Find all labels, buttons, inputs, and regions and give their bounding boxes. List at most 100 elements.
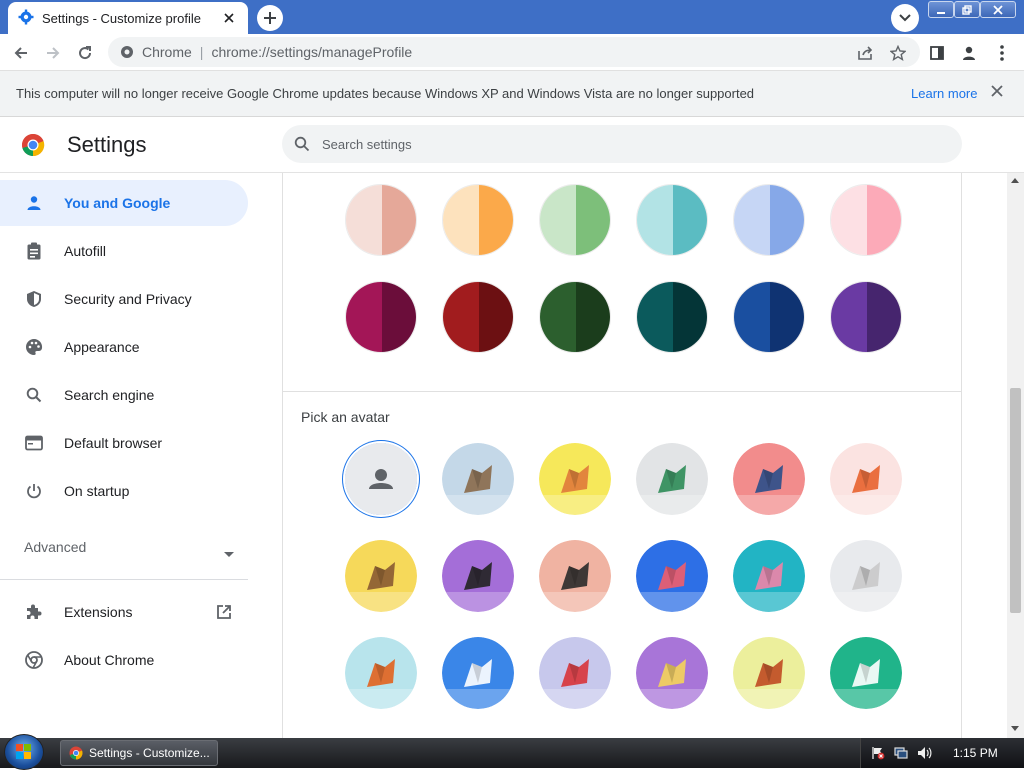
start-button[interactable]: [4, 734, 44, 770]
theme-color-swatch[interactable]: [345, 281, 417, 353]
sidebar-item-label: Autofill: [64, 243, 107, 259]
theme-color-swatch[interactable]: [539, 281, 611, 353]
customize-profile-card: Pick an avatar: [282, 173, 962, 738]
volume-icon[interactable]: [917, 746, 933, 765]
monkey-avatar[interactable]: [345, 540, 417, 612]
external-link-icon: [216, 604, 232, 623]
panda-avatar[interactable]: [442, 540, 514, 612]
page-scrollbar[interactable]: [1007, 173, 1024, 738]
settings-header: Settings Search settings: [0, 117, 1024, 173]
close-icon: [224, 13, 234, 23]
windows-logo-icon: [16, 744, 31, 759]
network-icon[interactable]: [894, 746, 908, 765]
bike-avatar[interactable]: [442, 637, 514, 709]
back-button[interactable]: [8, 40, 34, 66]
sidebar-item-appearance[interactable]: Appearance: [0, 324, 248, 370]
learn-more-link[interactable]: Learn more: [911, 86, 977, 101]
bird-avatar[interactable]: [539, 637, 611, 709]
scroll-thumb[interactable]: [1010, 388, 1021, 613]
gear-icon: [18, 9, 34, 28]
advanced-toggle[interactable]: Advanced: [24, 539, 234, 561]
cheese-avatar[interactable]: [636, 637, 708, 709]
address-bar[interactable]: Chrome | chrome://settings/manageProfile: [108, 37, 920, 67]
minimize-icon: [937, 11, 945, 14]
sidebar-item-security-and-privacy[interactable]: Security and Privacy: [0, 276, 248, 322]
sidebar-item-label: Default browser: [64, 435, 163, 451]
theme-color-swatch[interactable]: [733, 184, 805, 256]
taskbar-clock[interactable]: 1:15 PM: [953, 746, 998, 760]
sidebar-item-about-chrome[interactable]: About Chrome: [0, 637, 248, 683]
theme-color-swatch[interactable]: [636, 184, 708, 256]
sushi-avatar[interactable]: [830, 637, 902, 709]
tab-close-button[interactable]: [220, 9, 238, 27]
url-separator: |: [199, 44, 204, 60]
restore-button[interactable]: [954, 1, 980, 18]
minimize-button[interactable]: [928, 1, 954, 18]
reload-button[interactable]: [72, 40, 98, 66]
tab-search-button[interactable]: [891, 4, 919, 32]
sidebar-item-you-and-google[interactable]: You and Google: [0, 180, 248, 226]
infobar-close-button[interactable]: [991, 85, 1003, 100]
system-tray: 1:15 PM: [860, 738, 1024, 768]
profile-button[interactable]: [956, 40, 982, 66]
tab-settings[interactable]: Settings - Customize profile: [8, 2, 248, 34]
theme-color-swatch[interactable]: [733, 281, 805, 353]
sidebar-divider: [0, 579, 248, 580]
sidebar-item-on-startup[interactable]: On startup: [0, 468, 248, 514]
new-tab-button[interactable]: [257, 5, 283, 31]
unicorn-avatar[interactable]: [830, 540, 902, 612]
search-icon: [294, 136, 310, 152]
theme-color-swatch[interactable]: [636, 281, 708, 353]
palette-icon: [24, 337, 44, 357]
forward-button[interactable]: [40, 40, 66, 66]
sidebar-item-label: Extensions: [64, 604, 133, 620]
theme-color-swatch[interactable]: [442, 281, 514, 353]
football-avatar[interactable]: [733, 637, 805, 709]
person-icon: [963, 46, 975, 60]
url-text[interactable]: chrome://settings/manageProfile: [211, 44, 412, 60]
close-icon: [993, 4, 1003, 15]
share-button[interactable]: [852, 40, 878, 66]
search-icon: [24, 385, 44, 405]
dragon-avatar[interactable]: [636, 443, 708, 515]
butterfly-avatar[interactable]: [636, 540, 708, 612]
theme-color-swatch[interactable]: [345, 184, 417, 256]
sidebar-item-autofill[interactable]: Autofill: [0, 228, 248, 274]
menu-button[interactable]: [989, 40, 1015, 66]
tab-title: Settings - Customize profile: [42, 10, 201, 26]
sidebar-item-extensions[interactable]: Extensions: [0, 589, 248, 635]
search-input[interactable]: Search settings: [282, 125, 962, 163]
back-arrow-icon: [14, 47, 27, 59]
share-icon: [858, 46, 873, 60]
infobar-message: This computer will no longer receive Goo…: [16, 86, 755, 101]
chevron-down-icon: [899, 14, 911, 22]
bookmark-button[interactable]: [885, 40, 911, 66]
corgi-avatar[interactable]: [539, 443, 611, 515]
close-window-button[interactable]: [980, 1, 1016, 18]
rabbit-avatar[interactable]: [733, 540, 805, 612]
generic-avatar[interactable]: [345, 443, 417, 515]
chrome-icon: [24, 650, 44, 670]
sidebar-item-default-browser[interactable]: Default browser: [0, 420, 248, 466]
settings-sidebar: You and Google Autofill Security and Pri…: [0, 173, 250, 738]
penguin-avatar[interactable]: [539, 540, 611, 612]
search-placeholder: Search settings: [322, 136, 412, 152]
shield-icon: [24, 289, 44, 309]
fox-avatar[interactable]: [830, 443, 902, 515]
star-icon: [890, 45, 906, 61]
sidebar-item-label: On startup: [64, 483, 130, 499]
theme-color-swatch[interactable]: [539, 184, 611, 256]
sidebar-item-label: About Chrome: [64, 652, 155, 668]
theme-color-swatch[interactable]: [830, 281, 902, 353]
cat-avatar[interactable]: [442, 443, 514, 515]
side-panel-button[interactable]: [924, 40, 950, 66]
taskbar-chrome-window[interactable]: Settings - Customize...: [60, 740, 218, 766]
theme-color-swatch[interactable]: [830, 184, 902, 256]
basketball-avatar[interactable]: [345, 637, 417, 709]
scroll-down-icon[interactable]: [1011, 726, 1019, 731]
elephant-avatar[interactable]: [733, 443, 805, 515]
action-center-flag-icon[interactable]: [871, 746, 885, 765]
sidebar-item-search-engine[interactable]: Search engine: [0, 372, 248, 418]
scroll-up-icon[interactable]: [1011, 178, 1019, 183]
theme-color-swatch[interactable]: [442, 184, 514, 256]
